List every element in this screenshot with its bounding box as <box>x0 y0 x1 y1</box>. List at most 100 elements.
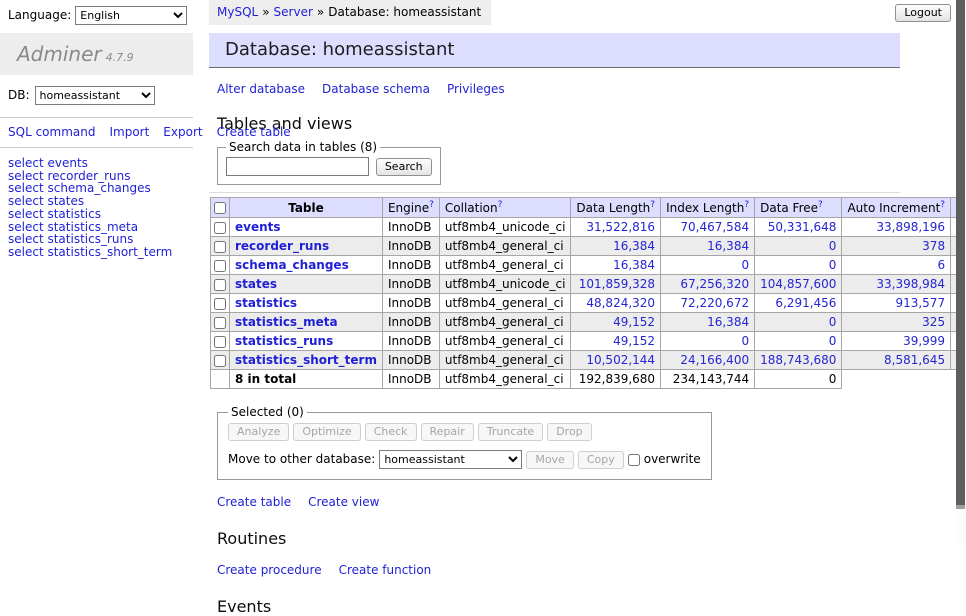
sql-command-link[interactable]: SQL command <box>8 125 95 139</box>
language-label: Language: <box>8 8 71 22</box>
row-checkbox[interactable] <box>214 222 226 234</box>
collation-cell: utf8mb4_general_ci <box>439 351 571 370</box>
table-name-cell: statistics <box>230 294 383 313</box>
row-checkbox[interactable] <box>214 317 226 329</box>
column-header-collation: Collation? <box>439 198 571 218</box>
operation-buttons-row: AnalyzeOptimize CheckRepairTruncateDrop <box>228 423 701 441</box>
row-checkbox[interactable] <box>214 355 226 367</box>
table-name-cell: statistics_short_term <box>230 351 383 370</box>
collation-cell: utf8mb4_general_ci <box>439 313 571 332</box>
table-name-link[interactable]: states <box>235 277 277 291</box>
help-link[interactable]: ? <box>818 200 823 210</box>
collation-cell: utf8mb4_unicode_ci <box>439 218 571 237</box>
row-checkbox[interactable] <box>214 336 226 348</box>
db-select[interactable]: homeassistant <box>35 86 155 105</box>
optimize-button[interactable]: Optimize <box>293 423 360 441</box>
repair-button[interactable]: Repair <box>421 423 474 441</box>
table-name-link[interactable]: events <box>235 220 281 234</box>
analyze-button[interactable]: Analyze <box>228 423 289 441</box>
breadcrumb-server-link[interactable]: Server <box>274 5 313 19</box>
sidebar-select-link[interactable]: select statistics <box>8 208 193 221</box>
row-checkbox[interactable] <box>214 279 226 291</box>
help-link[interactable]: ? <box>429 200 434 210</box>
table-name-link[interactable]: schema_changes <box>235 258 349 272</box>
collation-cell: utf8mb4_general_ci <box>439 256 571 275</box>
alter-database-link[interactable]: Alter database <box>217 82 305 96</box>
events-heading: Events <box>217 597 900 616</box>
collation-cell: utf8mb4_general_ci <box>439 294 571 313</box>
move-button[interactable]: Move <box>526 451 574 469</box>
data-free-cell: 188,743,680 <box>755 351 842 370</box>
search-legend: Search data in tables (8) <box>226 140 380 154</box>
vertical-scrollbar[interactable] <box>956 0 966 543</box>
engine-cell: InnoDB <box>382 237 439 256</box>
move-database-select[interactable]: homeassistant <box>379 450 522 469</box>
privileges-link[interactable]: Privileges <box>447 82 505 96</box>
create-procedure-link[interactable]: Create procedure <box>217 563 322 577</box>
help-link[interactable]: ? <box>744 200 749 210</box>
scrollbar-thumb[interactable] <box>956 0 965 505</box>
data-free-cell: 104,857,600 <box>755 275 842 294</box>
overwrite-label: overwrite <box>644 452 701 466</box>
table-row: statistics_metaInnoDButf8mb4_general_ci4… <box>211 313 966 332</box>
separator-line <box>209 192 900 193</box>
main-content: MySQL»Server»Database: homeassistant Dat… <box>209 0 900 616</box>
create-table-link[interactable]: Create table <box>217 495 291 509</box>
help-link[interactable]: ? <box>940 200 945 210</box>
search-input[interactable] <box>226 157 369 176</box>
index-length-cell: 70,467,584 <box>661 218 755 237</box>
table-name-link[interactable]: statistics_meta <box>235 315 338 329</box>
create-table-link-sidebar[interactable]: Create table <box>217 125 291 139</box>
export-link[interactable]: Export <box>163 125 202 139</box>
row-checkbox[interactable] <box>214 298 226 310</box>
total-data-free-cell: 0 <box>755 370 842 389</box>
table-row: statistics_short_termInnoDButf8mb4_gener… <box>211 351 966 370</box>
collation-cell: utf8mb4_unicode_ci <box>439 275 571 294</box>
routines-heading: Routines <box>217 529 900 548</box>
breadcrumb-separator: » <box>317 5 324 19</box>
check-button[interactable]: Check <box>365 423 417 441</box>
select-all-checkbox[interactable] <box>214 202 226 214</box>
collation-cell: utf8mb4_general_ci <box>439 237 571 256</box>
engine-cell: InnoDB <box>382 256 439 275</box>
row-checkbox[interactable] <box>214 260 226 272</box>
data-length-cell: 16,384 <box>571 256 661 275</box>
auto-increment-cell: 913,577 <box>842 294 951 313</box>
table-name-link[interactable]: recorder_runs <box>235 239 329 253</box>
breadcrumb-mysql-link[interactable]: MySQL <box>217 5 258 19</box>
data-free-cell: 0 <box>755 332 842 351</box>
table-name-link[interactable]: statistics_short_term <box>235 353 377 367</box>
language-select[interactable]: English <box>75 6 187 25</box>
db-label: DB: <box>8 88 30 102</box>
sidebar: Language:English Adminer4.7.9 DB:homeass… <box>0 0 193 259</box>
logout-button[interactable]: Logout <box>895 4 951 22</box>
total-label-cell: 8 in total <box>230 370 383 389</box>
import-link[interactable]: Import <box>109 125 149 139</box>
create-view-link[interactable]: Create view <box>308 495 379 509</box>
row-checkbox[interactable] <box>214 241 226 253</box>
help-link[interactable]: ? <box>498 200 503 210</box>
auto-increment-cell: 325 <box>842 313 951 332</box>
search-fieldset: Search data in tables (8) Search <box>217 140 441 185</box>
overwrite-checkbox[interactable] <box>628 454 640 466</box>
copy-button[interactable]: Copy <box>578 451 624 469</box>
index-length-cell: 0 <box>661 256 755 275</box>
sidebar-select-link[interactable]: select states <box>8 195 193 208</box>
table-name-link[interactable]: statistics <box>235 296 297 310</box>
table-row: eventsInnoDButf8mb4_unicode_ci31,522,816… <box>211 218 966 237</box>
database-schema-link[interactable]: Database schema <box>322 82 430 96</box>
breadcrumb-current: Database: homeassistant <box>328 5 481 19</box>
auto-increment-cell: 33,398,984 <box>842 275 951 294</box>
sidebar-select-link[interactable]: select events <box>8 157 193 170</box>
column-header-engine: Engine? <box>382 198 439 218</box>
drop-button[interactable]: Drop <box>547 423 591 441</box>
move-to-database-label: Move to other database: <box>228 452 375 466</box>
create-function-link[interactable]: Create function <box>339 563 432 577</box>
help-link[interactable]: ? <box>650 200 655 210</box>
table-name-link[interactable]: statistics_runs <box>235 334 333 348</box>
db-row: DB: homeassistant <box>8 86 193 105</box>
auto-increment-cell: 378 <box>842 237 951 256</box>
search-button[interactable]: Search <box>376 158 432 176</box>
sidebar-select-link[interactable]: select statistics_short_term <box>8 246 193 259</box>
truncate-button[interactable]: Truncate <box>478 423 543 441</box>
